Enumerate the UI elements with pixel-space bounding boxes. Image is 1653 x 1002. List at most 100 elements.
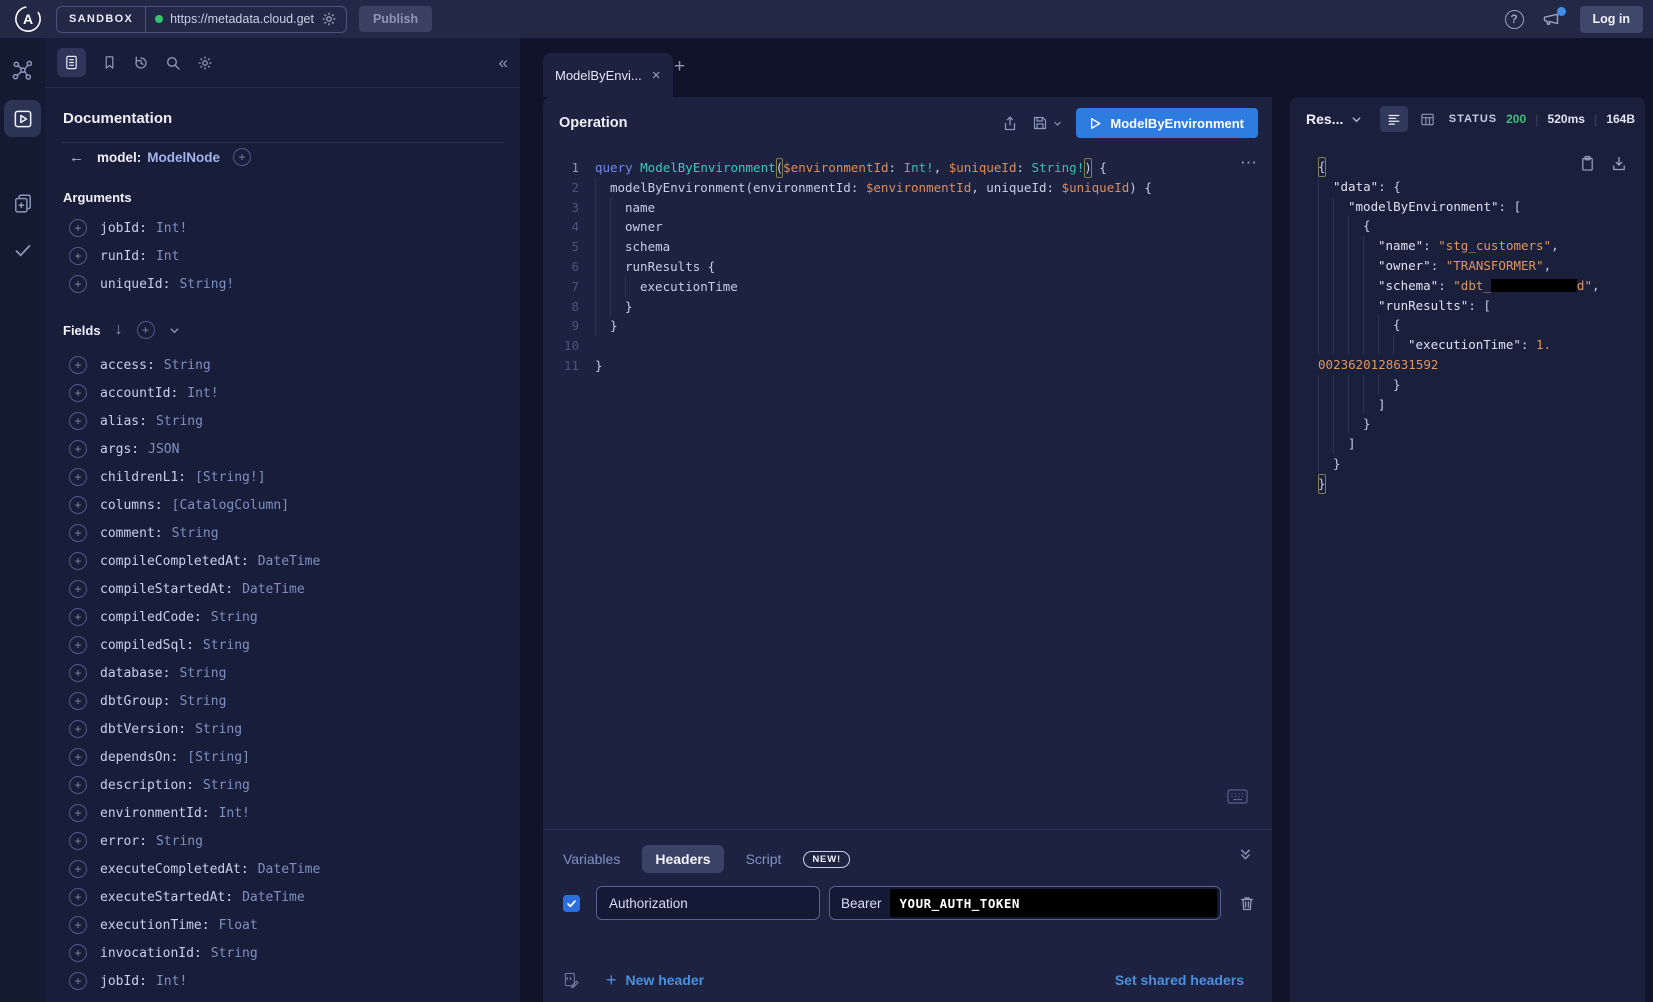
field-type[interactable]: [CatalogColumn] <box>172 498 289 513</box>
add-field-icon[interactable]: + <box>69 468 87 486</box>
add-field-icon[interactable]: + <box>69 748 87 766</box>
add-field-icon[interactable]: + <box>69 552 87 570</box>
add-field-icon[interactable]: + <box>69 275 87 293</box>
header-key-input[interactable]: Authorization <box>596 886 820 920</box>
endpoint-settings-gear-icon[interactable] <box>321 11 337 27</box>
environment-variables-icon[interactable] <box>563 972 580 989</box>
field-type[interactable]: Int! <box>156 221 187 236</box>
doc-field-row[interactable]: +uniqueId:String! <box>45 270 520 298</box>
explorer-tab-active[interactable] <box>4 100 41 137</box>
add-field-icon[interactable]: + <box>69 720 87 738</box>
add-field-icon[interactable]: + <box>69 916 87 934</box>
collapse-docs-icon[interactable]: « <box>499 53 508 73</box>
add-field-icon[interactable]: + <box>69 356 87 374</box>
field-type[interactable]: String! <box>179 277 234 292</box>
code-line[interactable]: 3name <box>559 198 1262 218</box>
field-type[interactable]: [String] <box>187 750 250 765</box>
field-type[interactable]: String <box>211 610 258 625</box>
schema-graph-icon[interactable] <box>0 60 45 81</box>
doc-field-row[interactable]: +alias:String <box>45 407 520 435</box>
response-chevron-down-icon[interactable] <box>1351 114 1362 125</box>
add-field-icon[interactable]: + <box>69 776 87 794</box>
field-type[interactable]: Int! <box>187 386 218 401</box>
operation-tab-title[interactable]: ModelByEnvi... <box>555 68 642 83</box>
back-arrow-icon[interactable]: ← <box>69 149 84 166</box>
doc-field-row[interactable]: +compiledCode:String <box>45 603 520 631</box>
field-type[interactable]: DateTime <box>258 554 321 569</box>
keyboard-shortcuts-icon[interactable] <box>1227 789 1248 804</box>
field-type[interactable]: String <box>203 778 250 793</box>
close-tab-icon[interactable]: × <box>652 68 661 83</box>
doc-field-row[interactable]: +environmentId:Int! <box>45 799 520 827</box>
doc-field-row[interactable]: +jobId:Int! <box>45 967 520 995</box>
field-type[interactable]: String <box>179 694 226 709</box>
new-tab-icon[interactable]: + <box>674 56 685 78</box>
share-operation-icon[interactable] <box>1002 115 1018 132</box>
code-line[interactable]: 6runResults { <box>559 257 1262 277</box>
doc-field-row[interactable]: +error:String <box>45 827 520 855</box>
tab-headers[interactable]: Headers <box>642 845 723 873</box>
doc-field-row[interactable]: +jobId:Int! <box>45 214 520 242</box>
doc-field-row[interactable]: +compiledSql:String <box>45 631 520 659</box>
add-field-icon[interactable]: + <box>69 944 87 962</box>
doc-field-row[interactable]: +dbtVersion:String <box>45 715 520 743</box>
field-type[interactable]: DateTime <box>242 582 305 597</box>
search-icon[interactable] <box>165 55 181 71</box>
sandbox-pages-icon[interactable] <box>0 193 45 213</box>
history-icon[interactable] <box>133 55 149 71</box>
help-icon[interactable]: ? <box>1505 10 1524 29</box>
code-line[interactable]: 9} <box>559 316 1262 336</box>
tab-script[interactable]: Script <box>746 851 782 867</box>
sort-fields-icon[interactable]: ↓ <box>115 321 123 339</box>
add-field-icon[interactable]: + <box>69 860 87 878</box>
code-line[interactable]: 10 <box>559 336 1262 356</box>
add-field-icon[interactable]: + <box>69 384 87 402</box>
breadcrumb-type[interactable]: ModelNode <box>147 150 220 165</box>
doc-field-row[interactable]: +access:String <box>45 351 520 379</box>
field-type[interactable]: String <box>203 638 250 653</box>
doc-field-row[interactable]: +executeStartedAt:DateTime <box>45 883 520 911</box>
add-field-icon[interactable]: + <box>69 219 87 237</box>
add-field-icon[interactable]: + <box>69 972 87 990</box>
code-line[interactable]: 11} <box>559 356 1262 376</box>
run-operation-button[interactable]: ModelByEnvironment <box>1076 108 1258 138</box>
apollo-logo[interactable]: A <box>0 5 56 33</box>
add-field-icon[interactable]: + <box>69 412 87 430</box>
operation-editor[interactable]: 1query ModelByEnvironment($environmentId… <box>559 158 1262 376</box>
field-type[interactable]: [String!] <box>195 470 265 485</box>
set-shared-headers-link[interactable]: Set shared headers <box>1115 972 1244 988</box>
add-field-icon[interactable]: + <box>69 496 87 514</box>
doc-field-row[interactable]: +columns:[CatalogColumn] <box>45 491 520 519</box>
code-line[interactable]: 8} <box>559 297 1262 317</box>
doc-field-row[interactable]: +executionTime:Float <box>45 911 520 939</box>
field-type[interactable]: Int! <box>156 974 187 989</box>
doc-field-row[interactable]: +dbtGroup:String <box>45 687 520 715</box>
code-line[interactable]: 5schema <box>559 237 1262 257</box>
bookmarks-icon[interactable] <box>102 55 117 70</box>
save-operation-icon[interactable] <box>1032 115 1062 131</box>
code-line[interactable]: 7executionTime <box>559 277 1262 297</box>
add-field-icon[interactable]: + <box>69 580 87 598</box>
doc-field-row[interactable]: +accountId:Int! <box>45 379 520 407</box>
doc-field-row[interactable]: +compileCompletedAt:DateTime <box>45 547 520 575</box>
code-line[interactable]: 2modelByEnvironment(environmentId: $envi… <box>559 178 1262 198</box>
tab-variables[interactable]: Variables <box>563 851 620 867</box>
doc-field-row[interactable]: +dependsOn:[String] <box>45 743 520 771</box>
doc-field-row[interactable]: +comment:String <box>45 519 520 547</box>
response-title[interactable]: Res... <box>1306 111 1343 127</box>
endpoint-input[interactable]: https://metadata.cloud.get <box>145 7 346 32</box>
fields-chevron-down-icon[interactable] <box>169 325 180 336</box>
field-type[interactable]: JSON <box>148 442 179 457</box>
doc-field-row[interactable]: +childrenL1:[String!] <box>45 463 520 491</box>
add-field-icon[interactable]: + <box>69 888 87 906</box>
field-type[interactable]: String <box>172 526 219 541</box>
doc-field-row[interactable]: +executeCompletedAt:DateTime <box>45 855 520 883</box>
login-button[interactable]: Log in <box>1580 6 1644 33</box>
add-field-icon[interactable]: + <box>69 692 87 710</box>
field-type[interactable]: String <box>164 358 211 373</box>
doc-field-row[interactable]: +args:JSON <box>45 435 520 463</box>
field-type[interactable]: DateTime <box>242 890 305 905</box>
table-view-icon[interactable] <box>1420 112 1435 127</box>
add-all-fields-icon[interactable]: + <box>137 321 155 339</box>
header-value-input[interactable]: Bearer YOUR_AUTH_TOKEN <box>829 886 1221 920</box>
